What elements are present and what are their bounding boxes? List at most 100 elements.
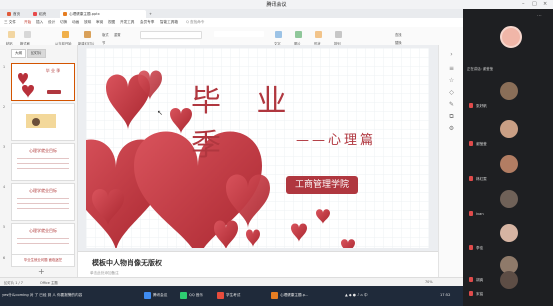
music-app-icon[interactable]: [180, 292, 187, 299]
notes-area[interactable]: 模板中人物肖像无版权 单击此处添加备注: [78, 251, 438, 278]
participant-name: 宋铭: [476, 292, 484, 296]
text-box-icon[interactable]: [275, 31, 282, 38]
thumb-title: 心理学就业目标: [29, 148, 57, 153]
participant-name: 张好帆: [476, 104, 487, 108]
paragraph-buttons[interactable]: [214, 31, 264, 37]
arrange-icon[interactable]: [335, 31, 342, 38]
tab-outline[interactable]: 大纲: [11, 49, 26, 58]
taskbar-clock: 17:52: [440, 293, 451, 297]
participant-tile[interactable]: 宋铭: [463, 271, 553, 305]
college-badge[interactable]: 工商管理学院: [286, 176, 358, 194]
participant-tile[interactable]: [463, 23, 553, 58]
current-slide[interactable]: 毕 业 季 ——心理篇 工商管理学院 ↖: [86, 48, 429, 248]
settings-icon[interactable]: ⚙: [448, 125, 455, 132]
status-bar: 幻灯片 1 / 7 Office 主题 70%: [0, 277, 463, 286]
participant-tile[interactable]: 谢莹莹: [463, 117, 553, 152]
layout-button[interactable]: 版式: [102, 32, 109, 37]
taskbar-item[interactable]: 心理健康主题.p...: [280, 293, 308, 298]
slide-subtitle[interactable]: ——心理篇: [296, 129, 426, 148]
tray-icons[interactable]: ▲ ◆ ● ♪ ⌂ 中: [345, 293, 368, 298]
slide-thumbnail[interactable]: 毕 业 季: [11, 63, 75, 101]
find-button[interactable]: 查找: [395, 32, 402, 37]
picture-icon[interactable]: [295, 31, 302, 38]
close-icon[interactable]: ×: [543, 1, 547, 7]
avatar: [500, 271, 518, 289]
pane-tabs: 大纲 幻灯片: [11, 49, 47, 58]
slide-thumbnail[interactable]: 心理学就业目标: [11, 183, 75, 221]
menu-slideshow[interactable]: 放映: [84, 20, 91, 25]
thumb-number: 2: [3, 105, 6, 109]
menu-home[interactable]: 开始: [24, 20, 31, 25]
participant-tile[interactable]: 李佳: [463, 221, 553, 256]
taskbar-item[interactable]: 腾讯会议: [153, 293, 167, 298]
slide-canvas: 毕 业 季 ——心理篇 工商管理学院 ↖ 模板中人物肖像无版权 单击此处添加备注: [78, 45, 438, 278]
copy-icon[interactable]: ⧉: [448, 113, 455, 120]
notes-placeholder: 单击此处添加备注: [90, 271, 119, 275]
search-command-input[interactable]: Q 查找命令: [186, 20, 204, 25]
shapes-icon[interactable]: [315, 31, 322, 38]
mic-muted-icon: [469, 176, 473, 181]
taskbar-item[interactable]: QQ 音乐: [189, 293, 203, 298]
participant-name: ivan: [476, 212, 484, 216]
mic-muted-icon: [469, 141, 473, 146]
minimize-icon[interactable]: –: [522, 1, 525, 7]
menu-review[interactable]: 审阅: [96, 20, 103, 25]
tab-slides[interactable]: 幻灯片: [27, 49, 46, 58]
thumb-text-line: [17, 168, 69, 169]
properties-icon[interactable]: ≡: [448, 65, 455, 72]
menu-transitions[interactable]: 切换: [60, 20, 67, 25]
menu-smart-tools[interactable]: 智能工具箱: [160, 20, 178, 25]
right-tool-strip: › ≡ ☆ ◇ ✎ ⧉ ⚙: [438, 45, 464, 277]
participant-tile[interactable]: ivan: [463, 187, 553, 222]
slide-thumbnail[interactable]: 毕业生就业问题 面临迷茫: [11, 254, 75, 267]
menu-view[interactable]: 视图: [108, 20, 115, 25]
thumb-title: 毕 业 季: [45, 68, 61, 73]
tab-docer[interactable]: 稻壳: [30, 10, 49, 18]
tab-home[interactable]: 首页: [4, 10, 23, 18]
animation-icon[interactable]: ☆: [448, 77, 455, 84]
participants-panel: ⋯ 正在讲话: 谢莹莹 张好帆 谢莹莹 林红雯 ivan 李佳 胡爽 宋铭: [463, 9, 553, 306]
thumb-text-line: [17, 198, 69, 199]
meeting-app-icon[interactable]: [144, 292, 151, 299]
thumb-title: 毕业生就业问题 面临迷茫: [23, 258, 63, 262]
avatar: [500, 120, 518, 138]
menu-file[interactable]: 三 文件: [4, 20, 16, 25]
menu-insert[interactable]: 插入: [36, 20, 43, 25]
font-select[interactable]: [140, 31, 202, 39]
mic-muted-icon: [469, 291, 473, 296]
style-icon[interactable]: ◇: [448, 89, 455, 96]
menu-developer[interactable]: 开发工具: [120, 20, 134, 25]
taskbar-item[interactable]: 学生考试: [226, 293, 240, 298]
maximize-icon[interactable]: □: [532, 1, 537, 7]
theme-name: Office 主题: [40, 280, 58, 285]
new-tab-button[interactable]: +: [146, 10, 155, 18]
menu-design[interactable]: 设计: [48, 20, 55, 25]
participant-tile[interactable]: 林红雯: [463, 152, 553, 187]
add-slide-icon[interactable]: +: [38, 267, 45, 276]
panel-menu-icon[interactable]: ⋯: [537, 13, 542, 19]
slide-thumbnail[interactable]: [11, 103, 75, 141]
zoom-level[interactable]: 70%: [425, 280, 433, 284]
participant-name: 林红雯: [476, 177, 487, 181]
mic-muted-icon: [469, 245, 473, 250]
slide-thumbnail[interactable]: 心理学就业目标: [11, 143, 75, 181]
menu-animation[interactable]: 动画: [72, 20, 79, 25]
ppt-app-icon[interactable]: [271, 292, 278, 299]
thumb-number: 5: [3, 225, 6, 229]
tab-document[interactable]: 心理健康主题.pptx: [60, 10, 146, 18]
format-painter-icon[interactable]: [24, 31, 31, 38]
edit-icon[interactable]: ✎: [448, 101, 455, 108]
reset-button[interactable]: 重置: [114, 32, 121, 37]
watermark-text: 模板中人物肖像无版权: [92, 259, 162, 267]
paste-icon[interactable]: [8, 31, 15, 38]
slide-title[interactable]: 毕 业 季: [191, 76, 311, 164]
mouse-cursor-icon: ↖: [157, 109, 163, 117]
menu-member[interactable]: 会员专享: [140, 20, 154, 25]
thumb-text-line: [17, 158, 69, 159]
avatar: [500, 155, 518, 173]
new-slide-icon[interactable]: [84, 31, 91, 38]
exam-app-icon[interactable]: [217, 292, 224, 299]
play-from-current-icon[interactable]: [62, 31, 69, 38]
collapse-icon[interactable]: ›: [448, 51, 455, 58]
participant-tile[interactable]: 张好帆: [463, 79, 553, 114]
